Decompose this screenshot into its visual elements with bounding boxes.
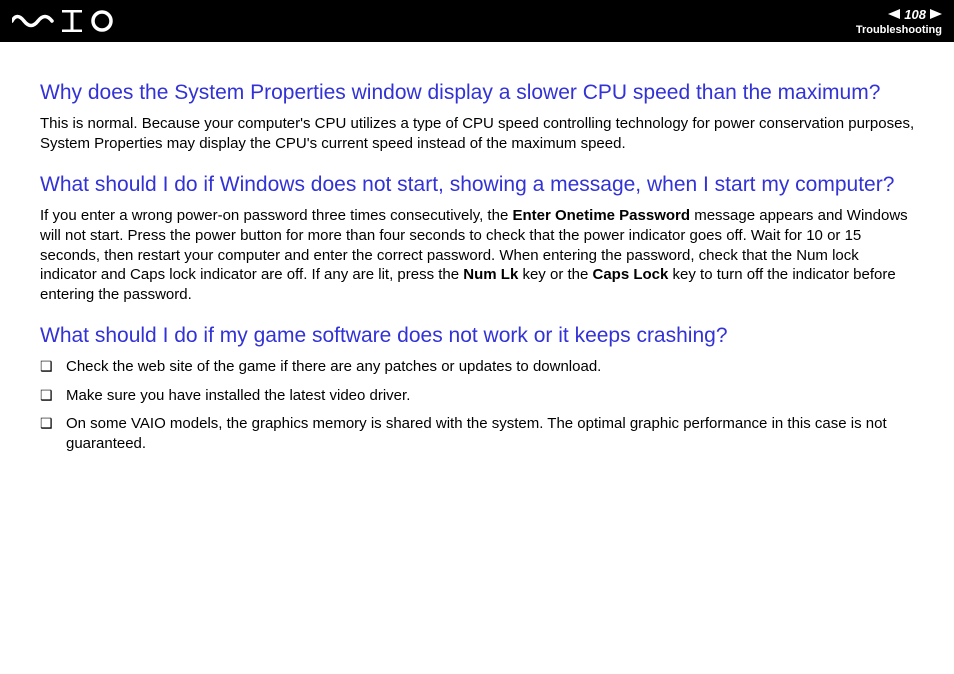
section-title: Troubleshooting: [856, 24, 942, 36]
answer-paragraph-2: If you enter a wrong power-on password t…: [40, 206, 918, 305]
text-segment: If you enter a wrong power-on password t…: [40, 207, 512, 224]
question-heading-3: What should I do if my game software doe…: [40, 323, 918, 349]
prev-page-icon[interactable]: [888, 9, 900, 19]
bold-term: Caps Lock: [593, 266, 669, 283]
list-item: On some VAIO models, the graphics memory…: [40, 414, 918, 455]
list-item: Check the web site of the game if there …: [40, 357, 918, 377]
answer-paragraph-1: This is normal. Because your computer's …: [40, 114, 918, 154]
list-item: Make sure you have installed the latest …: [40, 386, 918, 406]
page-number: 108: [904, 7, 926, 22]
bold-term: Enter Onetime Password: [512, 207, 690, 224]
header-bar: 108 Troubleshooting: [0, 0, 954, 42]
bold-term: Num Lk: [463, 266, 518, 283]
vaio-logo: [12, 10, 122, 32]
text-segment: key or the: [518, 266, 592, 283]
answer-bullet-list: Check the web site of the game if there …: [40, 357, 918, 454]
page-navigator: 108: [888, 7, 942, 22]
page-body: Why does the System Properties window di…: [0, 42, 954, 482]
next-page-icon[interactable]: [930, 9, 942, 19]
question-heading-1: Why does the System Properties window di…: [40, 80, 918, 106]
question-heading-2: What should I do if Windows does not sta…: [40, 172, 918, 198]
header-right: 108 Troubleshooting: [856, 7, 942, 36]
